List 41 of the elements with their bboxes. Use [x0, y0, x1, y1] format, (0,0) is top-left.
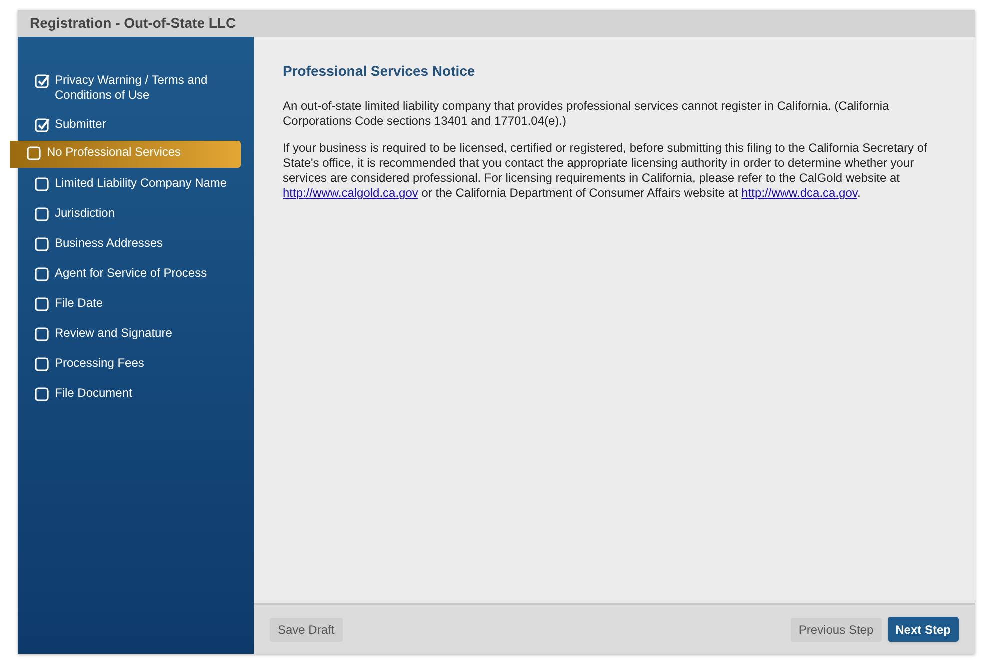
checkbox-icon[interactable]	[35, 387, 50, 402]
step-label: Jurisdiction	[55, 206, 116, 221]
step-item[interactable]: Review and Signature	[18, 320, 254, 348]
checkbox-icon[interactable]	[35, 357, 50, 372]
step-item[interactable]: File Document	[18, 380, 254, 408]
window-title: Registration - Out-of-State LLC	[30, 14, 236, 33]
previous-step-button[interactable]: Previous Step	[790, 618, 882, 642]
step-label: Processing Fees	[55, 356, 144, 371]
step-label: No Professional Services	[47, 145, 182, 160]
step-item[interactable]: Processing Fees	[18, 350, 254, 378]
step-item[interactable]: Business Addresses	[18, 230, 254, 258]
step-label: Agent for Service of Process	[55, 266, 208, 281]
step-label: File Document	[55, 386, 132, 401]
step-item[interactable]: Jurisdiction	[18, 200, 254, 228]
step-label: File Date	[55, 296, 104, 311]
checkbox-icon[interactable]	[35, 177, 50, 192]
save-draft-button[interactable]: Save Draft	[270, 618, 343, 642]
website-link[interactable]: http://www.calgold.ca.gov	[283, 186, 418, 200]
next-step-button[interactable]: Next Step	[888, 617, 959, 642]
step-item[interactable]: Privacy Warning / Terms and Conditions of Use	[18, 67, 254, 109]
step-label: Business Addresses	[55, 236, 164, 251]
notice-paragraph: If your business is required to be licensed, certified or registered, before submitting this filing to the California Secretary of State's office, it is recommended that you contact the appropriate licensing authority in order to determine whether your services are considered professional. For licensing requirements in California, please refer to the CalGold website at http://www.calgold.ca.gov or the California Department of Consumer Affairs website at http://www.dca.ca.gov.	[283, 141, 928, 201]
step-item[interactable]: File Date	[18, 290, 254, 318]
checked-checkbox-icon[interactable]	[35, 74, 50, 89]
notice-paragraph: An out-of-state limited liability company that provides professional services cannot register in California. (California Corporations Code sections 13401 and 17701.04(e).)	[283, 99, 890, 129]
checkbox-icon[interactable]	[35, 267, 50, 282]
checkbox-icon[interactable]	[35, 327, 50, 342]
website-link[interactable]: http://www.dca.ca.gov	[742, 186, 858, 200]
step-item[interactable]: Submitter	[18, 111, 254, 139]
checked-checkbox-icon[interactable]	[35, 118, 50, 133]
checkbox-icon[interactable]	[35, 297, 50, 312]
checkbox-icon[interactable]	[35, 237, 50, 252]
checkbox-icon[interactable]	[35, 207, 50, 222]
step-label: Privacy Warning / Terms and Conditions of Use	[55, 73, 209, 103]
step-label: Submitter	[55, 117, 106, 132]
step-label: Limited Liability Company Name	[55, 176, 228, 191]
step-item[interactable]: Agent for Service of Process	[18, 260, 254, 288]
step-label: Review and Signature	[55, 326, 172, 341]
section-heading: Professional Services Notice	[283, 62, 476, 81]
step-item[interactable]: Limited Liability Company Name	[18, 170, 254, 198]
checkbox-icon[interactable]	[27, 146, 42, 161]
